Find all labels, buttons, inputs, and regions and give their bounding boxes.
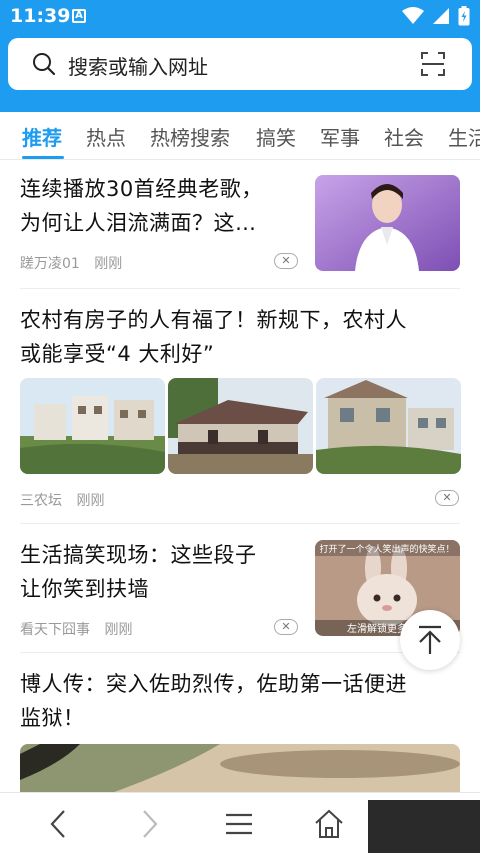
news-meta: 蹉万凌01 刚刚 xyxy=(20,253,122,273)
status-time: 11:39 xyxy=(10,5,71,27)
news-card[interactable]: 连续播放30首经典老歌， 为何让人泪流满面？这… 蹉万凌01 刚刚 ✕ xyxy=(0,160,480,288)
dismiss-button[interactable]: ✕ xyxy=(274,619,298,635)
tab-funny[interactable]: 搞笑 xyxy=(256,122,296,151)
battery-icon xyxy=(458,6,470,26)
tab-hot[interactable]: 热点 xyxy=(86,122,126,151)
village-house-thumbnail[interactable] xyxy=(168,378,313,474)
news-card[interactable]: 博人传：突入佐助烈传，佐助第一话便进 监狱！ xyxy=(0,653,480,792)
scroll-top-button[interactable] xyxy=(400,610,460,670)
news-title[interactable]: 博人传：突入佐助烈传，佐助第一话便进 监狱！ xyxy=(20,667,460,735)
news-title[interactable]: 生活搞笑现场：这些段子 让你笑到扶墙 xyxy=(20,538,300,606)
news-meta: 三农坛 刚刚 xyxy=(20,490,104,510)
news-title[interactable]: 农村有房子的人有福了！新规下，农村人 或能享受“4 大利好” xyxy=(20,303,460,371)
notification-icon: A xyxy=(72,9,86,23)
forward-icon[interactable] xyxy=(132,807,166,841)
news-feed: 连续播放30首经典老歌， 为何让人泪流满面？这… 蹉万凌01 刚刚 ✕ 农村有房… xyxy=(0,160,480,792)
news-title[interactable]: 连续播放30首经典老歌， 为何让人泪流满面？这… xyxy=(20,172,300,240)
search-input[interactable]: 搜索或输入网址 xyxy=(68,51,208,80)
tab-life[interactable]: 生活 xyxy=(448,122,480,151)
home-icon[interactable] xyxy=(312,807,346,841)
back-icon[interactable] xyxy=(42,807,76,841)
menu-icon[interactable] xyxy=(222,807,256,841)
tab-military[interactable]: 军事 xyxy=(320,122,360,151)
signal-icon xyxy=(433,8,449,24)
anime-scene-thumbnail[interactable] xyxy=(20,744,460,792)
dismiss-button[interactable]: ✕ xyxy=(274,253,298,269)
status-bar: 11:39 A xyxy=(0,0,480,34)
news-source: 蹉万凌01 xyxy=(20,256,80,272)
search-icon xyxy=(33,53,56,76)
scroll-top-icon xyxy=(419,625,441,654)
scan-icon[interactable] xyxy=(420,51,446,77)
news-meta: 看天下囧事 刚刚 xyxy=(20,619,132,639)
news-time: 刚刚 xyxy=(104,622,133,638)
tab-hot-search[interactable]: 热榜搜索 xyxy=(150,122,230,151)
category-tabs: 推荐 热点 热榜搜索 搞笑 军事 社会 生活 xyxy=(0,112,480,160)
village-houses-thumbnail[interactable] xyxy=(20,378,165,474)
status-icons xyxy=(402,6,470,26)
news-time: 刚刚 xyxy=(94,256,123,272)
active-tab-indicator xyxy=(22,156,64,159)
dismiss-button[interactable]: ✕ xyxy=(435,490,459,506)
news-card[interactable]: 农村有房子的人有福了！新规下，农村人 或能享受“4 大利好” 三农坛 刚刚 ✕ xyxy=(0,289,480,523)
news-time: 刚刚 xyxy=(76,493,105,509)
thumb-caption-top: 打开了一个令人笑出声的快笑点！ xyxy=(319,543,454,555)
tab-society[interactable]: 社会 xyxy=(384,122,424,151)
search-bar[interactable]: 搜索或输入网址 xyxy=(8,38,472,90)
village-house-thumbnail[interactable] xyxy=(316,378,461,474)
news-source: 看天下囧事 xyxy=(20,622,90,638)
woman-portrait-thumbnail[interactable] xyxy=(315,175,460,271)
overlay-panel xyxy=(368,800,480,853)
tab-recommend[interactable]: 推荐 xyxy=(22,122,62,151)
wifi-icon xyxy=(402,7,424,24)
news-source: 三农坛 xyxy=(20,493,62,509)
